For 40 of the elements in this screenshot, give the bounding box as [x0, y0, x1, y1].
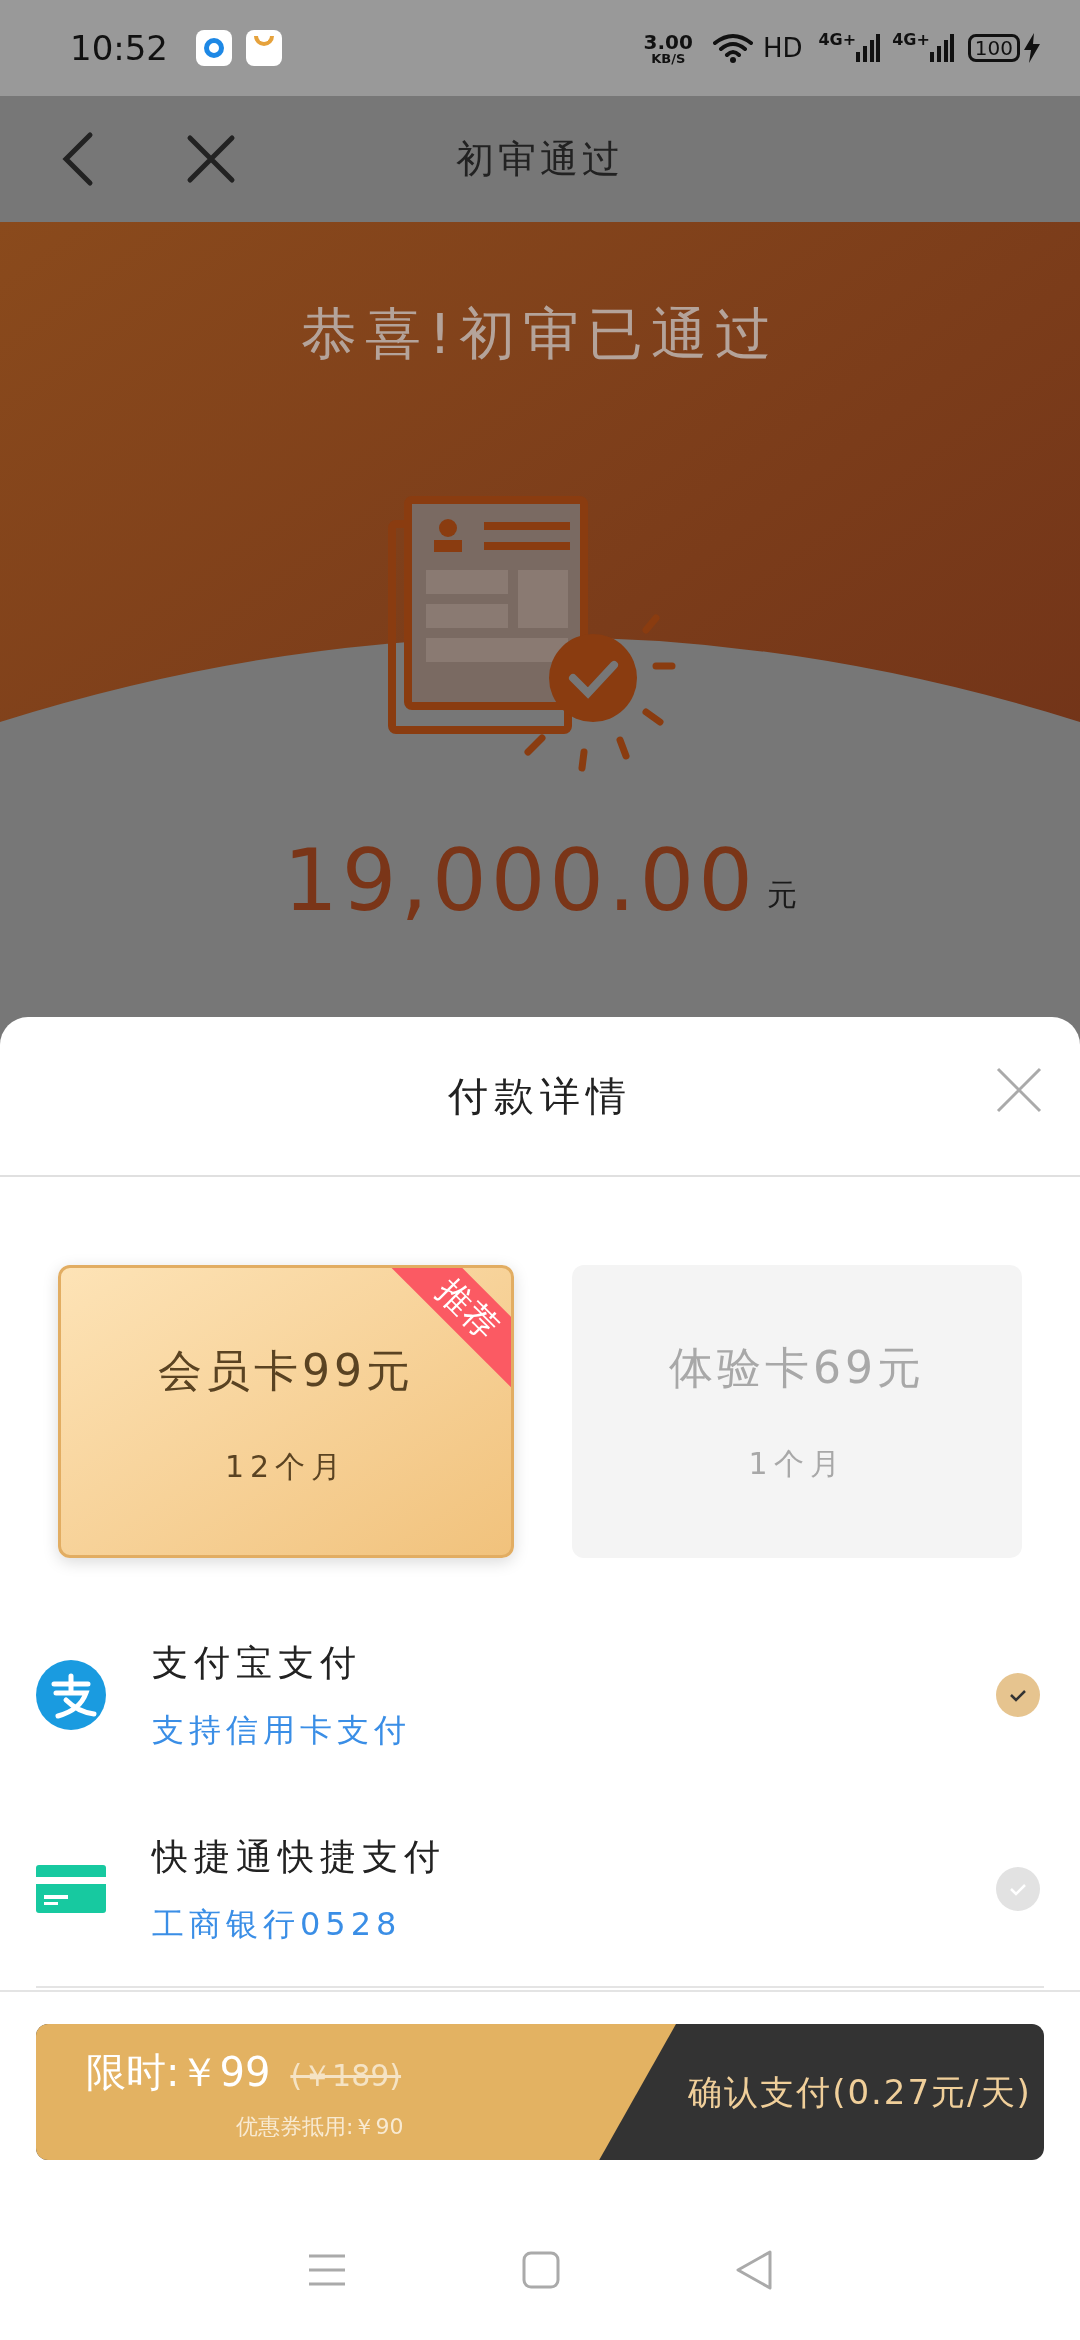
- coupon-note: 优惠券抵用:￥90: [236, 2113, 405, 2141]
- clock: 10:52: [70, 26, 168, 70]
- card-icon: [36, 1865, 106, 1913]
- radio-check[interactable]: [996, 1867, 1040, 1911]
- loan-amount: 19,000.00: [283, 837, 757, 923]
- close-button[interactable]: [186, 134, 236, 184]
- limited-price: 限时:￥99: [86, 2048, 271, 2097]
- wifi-icon: [712, 33, 753, 63]
- page-title: 初审通过: [456, 135, 624, 183]
- signal-icon: [856, 34, 881, 62]
- radio-check[interactable]: [996, 1673, 1040, 1717]
- payment-logo-icon: [36, 1660, 106, 1730]
- speed-value: 3.00: [643, 31, 693, 52]
- back-icon[interactable]: [734, 2250, 773, 2290]
- plan-name: 体验卡69元: [669, 1341, 925, 1395]
- payment-method-detail: 工商银行0528: [152, 1904, 403, 1945]
- plan-card[interactable]: 推荐 会员卡99元 12个月: [58, 1265, 514, 1558]
- app-icon: [246, 30, 282, 66]
- plan-name: 会员卡99元: [158, 1344, 414, 1398]
- currency-unit: 元: [766, 876, 797, 914]
- network-label: 4G+: [818, 29, 857, 51]
- network-label: 4G+: [892, 29, 930, 51]
- payment-method-detail: 支持信用卡支付: [152, 1710, 412, 1751]
- close-button[interactable]: [994, 1065, 1044, 1115]
- confirm-pay-button[interactable]: 确认支付(0.27元/天): [676, 2024, 1044, 2160]
- hero-headline: 恭喜!初审已通过: [299, 300, 781, 368]
- charging-icon: [1024, 33, 1040, 63]
- signal-icon: [929, 34, 954, 62]
- payment-method-name: 支付宝支付: [152, 1641, 363, 1685]
- plan-period: 12个月: [224, 1448, 348, 1486]
- hd-label: HD: [762, 31, 803, 65]
- plan-period: 1个月: [748, 1445, 846, 1483]
- sheet-title: 付款详情: [448, 1072, 632, 1121]
- home-icon[interactable]: [522, 2251, 560, 2289]
- payment-method-name: 快捷通快捷支付: [152, 1835, 447, 1879]
- speed-unit: KB/S: [651, 51, 686, 65]
- app-icon: [196, 30, 232, 66]
- original-price: (￥189): [290, 2057, 402, 2095]
- battery-level: 100: [967, 34, 1020, 62]
- menu-icon[interactable]: [307, 2253, 348, 2287]
